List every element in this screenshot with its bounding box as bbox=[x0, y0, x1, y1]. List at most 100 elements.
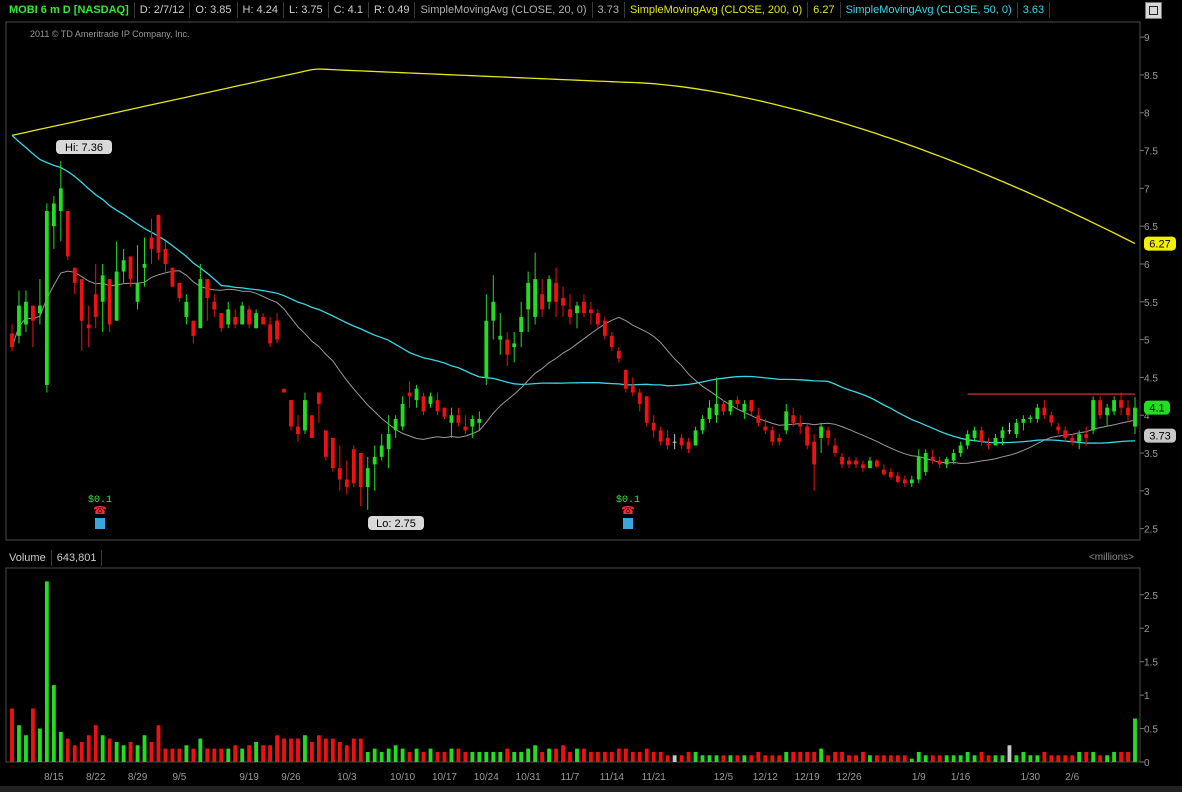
candle-body bbox=[442, 407, 447, 417]
volume-bar bbox=[1098, 755, 1103, 762]
volume-bar bbox=[805, 751, 810, 762]
volume-bar bbox=[965, 751, 970, 762]
volume-bar bbox=[833, 751, 837, 762]
ma200-last-label: 6.27 bbox=[1149, 239, 1170, 251]
candle-body bbox=[1000, 430, 1005, 438]
volume-bar bbox=[519, 751, 524, 762]
candle-body bbox=[156, 214, 161, 253]
volume-bar bbox=[756, 751, 761, 762]
volume-bar bbox=[128, 741, 133, 762]
candle-body bbox=[282, 388, 286, 393]
candle-body bbox=[37, 305, 42, 314]
volume-bar bbox=[365, 751, 370, 762]
candle-body bbox=[512, 343, 517, 348]
volume-bar bbox=[582, 748, 586, 762]
volume-bar bbox=[79, 741, 84, 762]
volume-bar bbox=[777, 755, 782, 762]
x-tick-label: 8/15 bbox=[44, 772, 64, 783]
volume-bar bbox=[993, 755, 998, 762]
volume-bar bbox=[261, 745, 266, 762]
candle-body bbox=[1077, 434, 1082, 442]
candle-body bbox=[198, 279, 203, 329]
x-tick-label: 9/5 bbox=[172, 772, 186, 783]
price-tick-label: 4.5 bbox=[1144, 373, 1158, 384]
candle-body bbox=[79, 279, 84, 321]
volume-bar bbox=[121, 745, 126, 762]
candle-body bbox=[1042, 407, 1047, 416]
candle-body bbox=[400, 403, 405, 427]
volume-bar bbox=[672, 755, 677, 762]
candle-body bbox=[651, 422, 656, 431]
candle-body bbox=[658, 430, 663, 442]
candle-body bbox=[847, 460, 851, 465]
candle-body bbox=[812, 441, 817, 465]
volume-bar bbox=[268, 745, 272, 762]
volume-bar bbox=[735, 755, 740, 762]
candle-body bbox=[254, 313, 259, 329]
volume-bar bbox=[589, 751, 593, 762]
volume-bar bbox=[854, 755, 858, 762]
volume-bar bbox=[1014, 755, 1019, 762]
candle-body bbox=[540, 294, 545, 310]
volume-bar bbox=[714, 755, 719, 762]
volume-bar bbox=[1007, 745, 1012, 762]
volume-bar bbox=[323, 738, 328, 762]
candle-body bbox=[212, 301, 217, 310]
x-tick-label: 12/12 bbox=[753, 772, 778, 783]
volume-bar bbox=[337, 741, 342, 762]
candle-body bbox=[1049, 415, 1054, 423]
candle-body bbox=[958, 445, 963, 454]
volume-bar bbox=[58, 731, 63, 762]
volume-bar bbox=[421, 751, 426, 762]
volume-bar bbox=[372, 748, 377, 762]
volume-bar bbox=[623, 748, 628, 762]
candle-body bbox=[575, 305, 579, 314]
x-tick-label: 11/14 bbox=[600, 772, 625, 783]
volume-bar bbox=[100, 735, 105, 762]
volume-bar bbox=[1028, 755, 1033, 762]
candle-body bbox=[923, 453, 928, 472]
candle-body bbox=[337, 468, 342, 480]
candle-body bbox=[805, 426, 810, 446]
price-tick-label: 6.5 bbox=[1144, 222, 1158, 233]
volume-bar bbox=[379, 751, 384, 762]
hi-label: Hi: 7.36 bbox=[65, 142, 103, 154]
volume-bar bbox=[247, 745, 252, 762]
candle-body bbox=[1063, 430, 1068, 438]
candle-body bbox=[310, 415, 314, 438]
candle-body bbox=[798, 422, 803, 427]
volume-bar bbox=[721, 755, 726, 762]
volume-bar bbox=[686, 751, 691, 762]
volume-bar bbox=[240, 748, 245, 762]
volume-bar bbox=[1056, 755, 1061, 762]
candle-body bbox=[51, 203, 56, 227]
volume-bar bbox=[637, 751, 642, 762]
candle-body bbox=[728, 400, 733, 412]
candle-body bbox=[526, 282, 531, 310]
volume-bar bbox=[107, 738, 112, 762]
candle-body bbox=[456, 415, 461, 423]
candle-body bbox=[240, 305, 245, 325]
volume-bar bbox=[463, 751, 468, 762]
volume-bar bbox=[1063, 755, 1068, 762]
volume-bar bbox=[1070, 755, 1075, 762]
volume-bar bbox=[491, 751, 496, 762]
price-tick-label: 2.5 bbox=[1144, 525, 1158, 536]
volume-bar bbox=[177, 748, 182, 762]
candle-body bbox=[226, 309, 231, 325]
volume-bar bbox=[895, 755, 900, 762]
candle-body bbox=[414, 388, 419, 401]
x-tick-label: 1/30 bbox=[1021, 772, 1041, 783]
candle-body bbox=[519, 316, 524, 333]
bottom-scrollbar[interactable] bbox=[0, 786, 1182, 792]
last-close-label: 4.1 bbox=[1149, 403, 1164, 415]
volume-bar bbox=[609, 751, 614, 762]
price-volume-chart[interactable]: 2011 © TD Ameritrade IP Company, Inc. 2.5… bbox=[0, 0, 1182, 792]
candle-body bbox=[107, 279, 112, 325]
candle-body bbox=[261, 316, 266, 325]
volume-bar bbox=[728, 755, 733, 762]
volume-bar bbox=[358, 738, 363, 762]
volume-bar bbox=[414, 748, 419, 762]
x-tick-label: 10/24 bbox=[474, 772, 499, 783]
candle-body bbox=[868, 460, 872, 469]
